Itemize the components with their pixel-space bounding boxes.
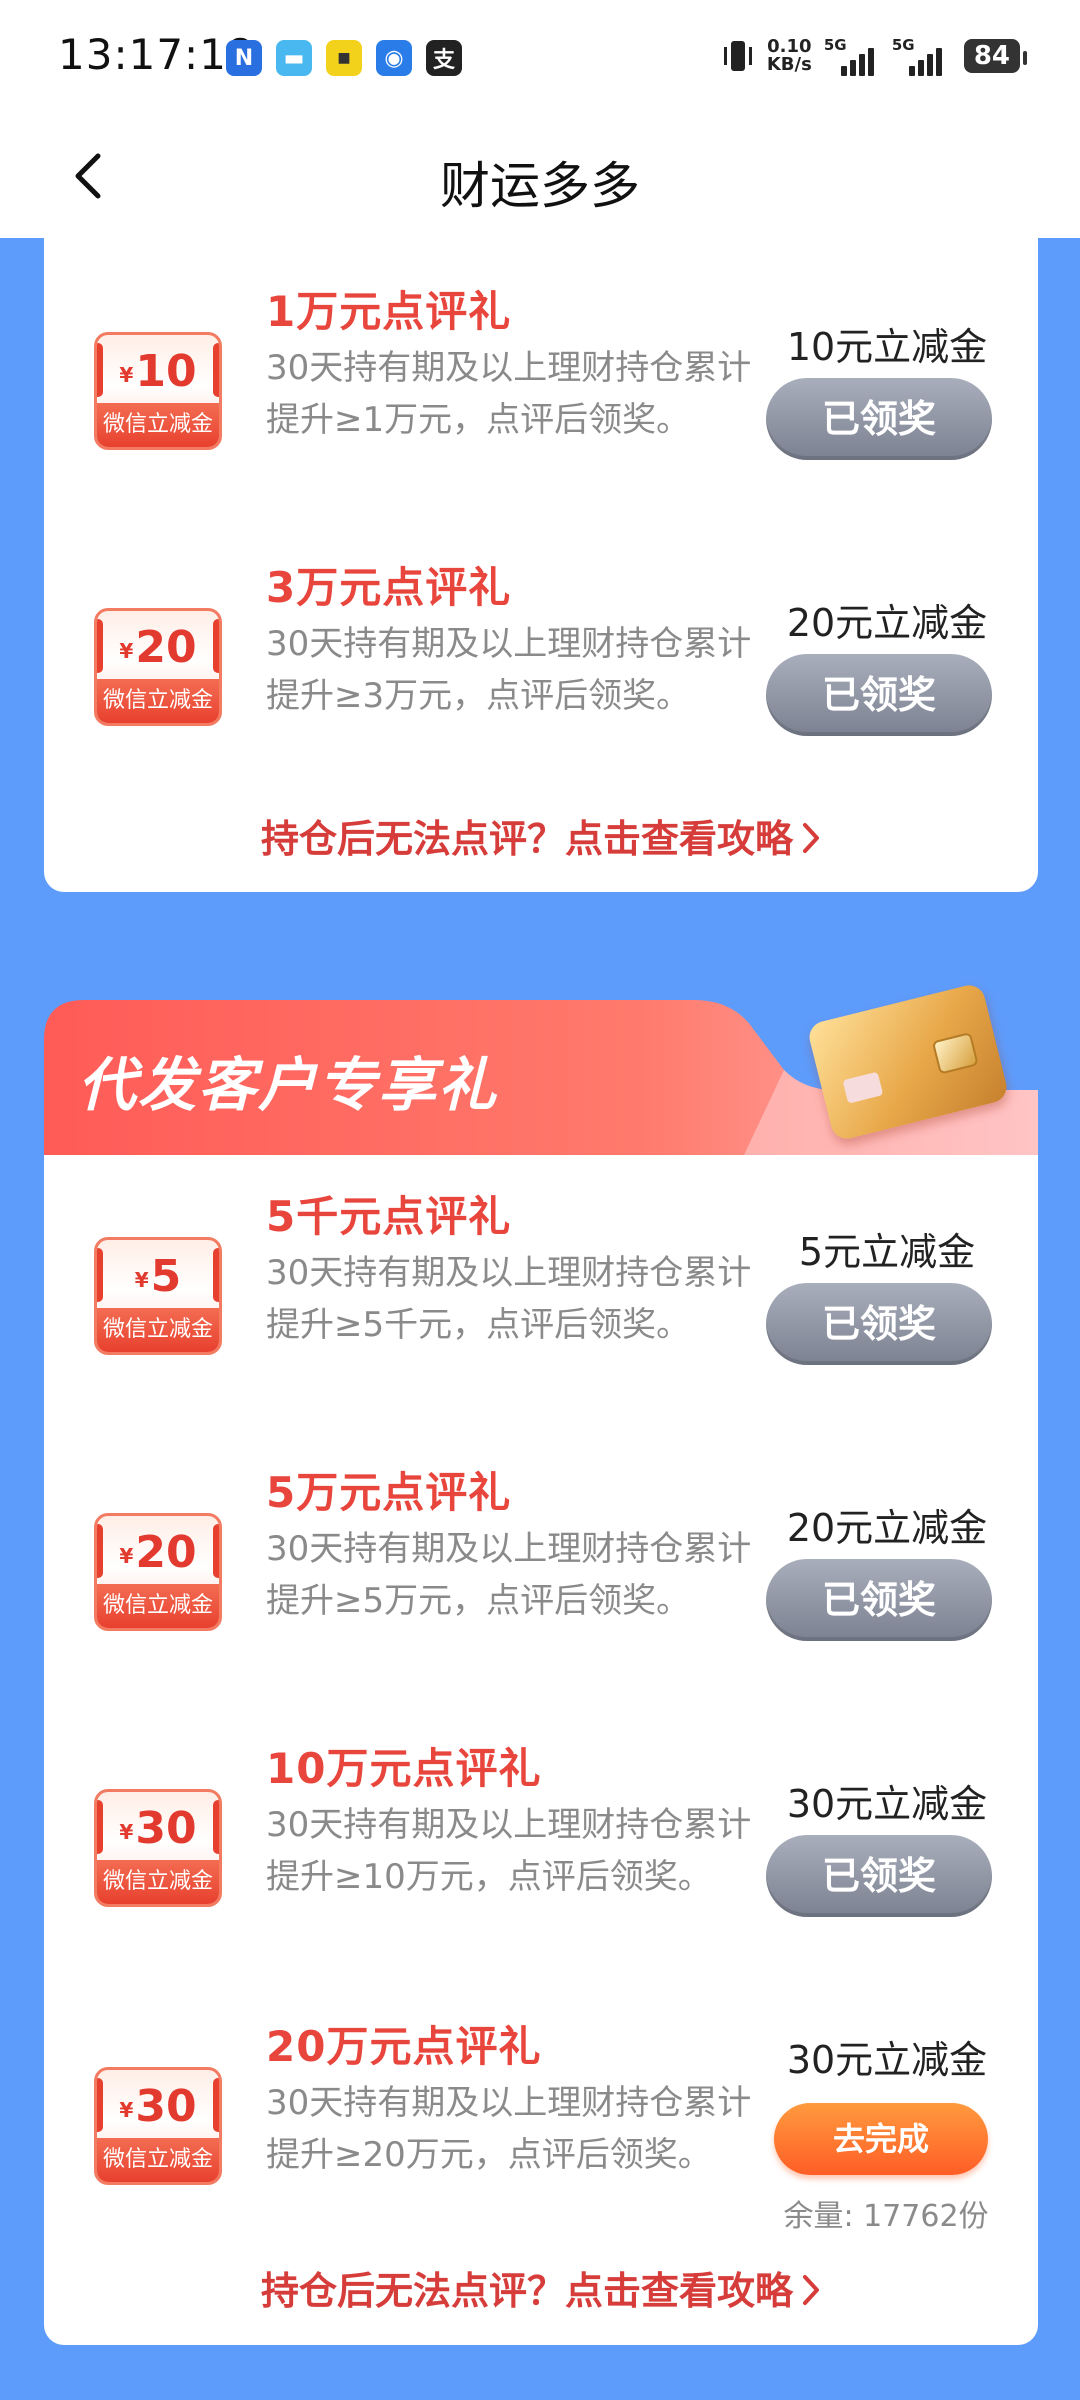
net-speed-unit: KB/s bbox=[766, 54, 812, 75]
page-title: 财运多多 bbox=[440, 157, 640, 215]
browser-app-icon: ◉ bbox=[376, 40, 412, 76]
go-complete-button[interactable]: 去完成 bbox=[774, 2103, 988, 2175]
signal-1-icon: 5G bbox=[824, 36, 880, 76]
wallet-app-icon: ▬ bbox=[276, 40, 312, 76]
signal-2-label: 5G bbox=[891, 36, 915, 54]
coupon-amount: 30 bbox=[135, 1803, 197, 1854]
item-description: 30天持有期及以上理财持仓累计提升≥5千元，点评后领奖。 bbox=[266, 1253, 752, 1345]
chevron-right-icon bbox=[801, 2272, 821, 2316]
coupon-amount: 10 bbox=[135, 346, 197, 397]
strategy-guide-link[interactable]: 持仓后无法点评？点击查看攻略 bbox=[44, 2260, 1038, 2316]
reward-label: 5元立减金 bbox=[798, 1230, 976, 1274]
item-description: 30天持有期及以上理财持仓累计提升≥1万元，点评后领奖。 bbox=[266, 348, 752, 440]
list-item: ¥30 微信立减金 20万元点评礼 30天持有期及以上理财持仓累计提升≥20万元… bbox=[44, 2013, 1038, 2253]
coupon-amount: 30 bbox=[135, 2081, 197, 2132]
coupon-app-icon: ■ bbox=[326, 40, 362, 76]
exclusive-gift-card: ¥5 微信立减金 5千元点评礼 30天持有期及以上理财持仓累计提升≥5千元，点评… bbox=[44, 1155, 1038, 2345]
vibrate-icon bbox=[721, 36, 755, 76]
reward-label: 30元立减金 bbox=[786, 2038, 988, 2082]
claimed-button[interactable]: 已领奖 bbox=[766, 1835, 992, 1917]
list-item: ¥10 微信立减金 1万元点评礼 30天持有期及以上理财持仓累计提升≥1万元，点… bbox=[44, 278, 1038, 518]
nfc-app-icon: N bbox=[226, 40, 262, 76]
coupon-badge: ¥20 微信立减金 bbox=[94, 608, 222, 726]
item-description: 30天持有期及以上理财持仓累计提升≥10万元，点评后领奖。 bbox=[266, 1805, 752, 1897]
coupon-amount: 20 bbox=[135, 1527, 197, 1578]
claimed-button[interactable]: 已领奖 bbox=[766, 1559, 992, 1641]
item-title: 5万元点评礼 bbox=[266, 1468, 512, 1517]
review-gift-card: ¥10 微信立减金 1万元点评礼 30天持有期及以上理财持仓累计提升≥1万元，点… bbox=[44, 238, 1038, 892]
item-title: 20万元点评礼 bbox=[266, 2022, 542, 2071]
notification-icons: N ▬ ■ ◉ 支 bbox=[226, 40, 462, 76]
signal-2-icon: 5G bbox=[892, 36, 948, 76]
list-item: ¥20 微信立减金 5万元点评礼 30天持有期及以上理财持仓累计提升≥5万元，点… bbox=[44, 1459, 1038, 1699]
net-speed: 0.10 KB/s bbox=[767, 38, 812, 74]
battery-indicator: 84 bbox=[963, 39, 1028, 73]
list-item: ¥30 微信立减金 10万元点评礼 30天持有期及以上理财持仓累计提升≥10万元… bbox=[44, 1735, 1038, 1975]
reward-label: 20元立减金 bbox=[786, 601, 988, 645]
coupon-label: 微信立减金 bbox=[97, 403, 219, 447]
item-description: 30天持有期及以上理财持仓累计提升≥3万元，点评后领奖。 bbox=[266, 624, 752, 716]
item-description: 30天持有期及以上理财持仓累计提升≥5万元，点评后领奖。 bbox=[266, 1529, 752, 1621]
signal-1-label: 5G bbox=[823, 36, 847, 54]
coupon-badge: ¥30 微信立减金 bbox=[94, 1789, 222, 1907]
coupon-label: 微信立减金 bbox=[97, 2138, 219, 2182]
claimed-button[interactable]: 已领奖 bbox=[766, 1283, 992, 1365]
alipay-app-icon: 支 bbox=[426, 40, 462, 76]
reward-label: 10元立减金 bbox=[786, 325, 988, 369]
status-bar: 13:17:18 N ▬ ■ ◉ 支 0.10 KB/s 5G 5G 84 bbox=[0, 0, 1080, 118]
item-title: 10万元点评礼 bbox=[266, 1744, 542, 1793]
coupon-label: 微信立减金 bbox=[97, 1860, 219, 1904]
section-title: 代发客户专享礼 bbox=[78, 1051, 499, 1119]
item-title: 1万元点评礼 bbox=[266, 287, 512, 336]
coupon-badge: ¥20 微信立减金 bbox=[94, 1513, 222, 1631]
list-item: ¥5 微信立减金 5千元点评礼 30天持有期及以上理财持仓累计提升≥5千元，点评… bbox=[44, 1183, 1038, 1423]
strategy-guide-link[interactable]: 持仓后无法点评？点击查看攻略 bbox=[44, 808, 1038, 864]
claimed-button[interactable]: 已领奖 bbox=[766, 654, 992, 736]
status-indicators: 0.10 KB/s 5G 5G 84 bbox=[721, 36, 1028, 76]
guide-text: 持仓后无法点评？点击查看攻略 bbox=[260, 817, 793, 861]
remaining-quantity: 余量: 17762份 bbox=[783, 2199, 989, 2234]
coupon-label: 微信立减金 bbox=[97, 1584, 219, 1628]
claimed-button[interactable]: 已领奖 bbox=[766, 378, 992, 460]
coupon-badge: ¥30 微信立减金 bbox=[94, 2067, 222, 2185]
chevron-right-icon bbox=[801, 820, 821, 864]
coupon-badge: ¥5 微信立减金 bbox=[94, 1237, 222, 1355]
item-description: 30天持有期及以上理财持仓累计提升≥20万元，点评后领奖。 bbox=[266, 2083, 752, 2175]
coupon-label: 微信立减金 bbox=[97, 679, 219, 723]
reward-label: 30元立减金 bbox=[786, 1782, 988, 1826]
item-title: 3万元点评礼 bbox=[266, 563, 512, 612]
section-header-ribbon: 代发客户专享礼 bbox=[44, 982, 1038, 1155]
coupon-label: 微信立减金 bbox=[97, 1308, 219, 1352]
guide-text: 持仓后无法点评？点击查看攻略 bbox=[260, 2269, 793, 2313]
nav-bar: 财运多多 bbox=[0, 118, 1080, 238]
coupon-amount: 5 bbox=[150, 1251, 182, 1302]
coupon-badge: ¥10 微信立减金 bbox=[94, 332, 222, 450]
list-item: ¥20 微信立减金 3万元点评礼 30天持有期及以上理财持仓累计提升≥3万元，点… bbox=[44, 554, 1038, 794]
coupon-amount: 20 bbox=[135, 622, 197, 673]
item-title: 5千元点评礼 bbox=[266, 1192, 512, 1241]
reward-label: 20元立减金 bbox=[786, 1506, 988, 1550]
